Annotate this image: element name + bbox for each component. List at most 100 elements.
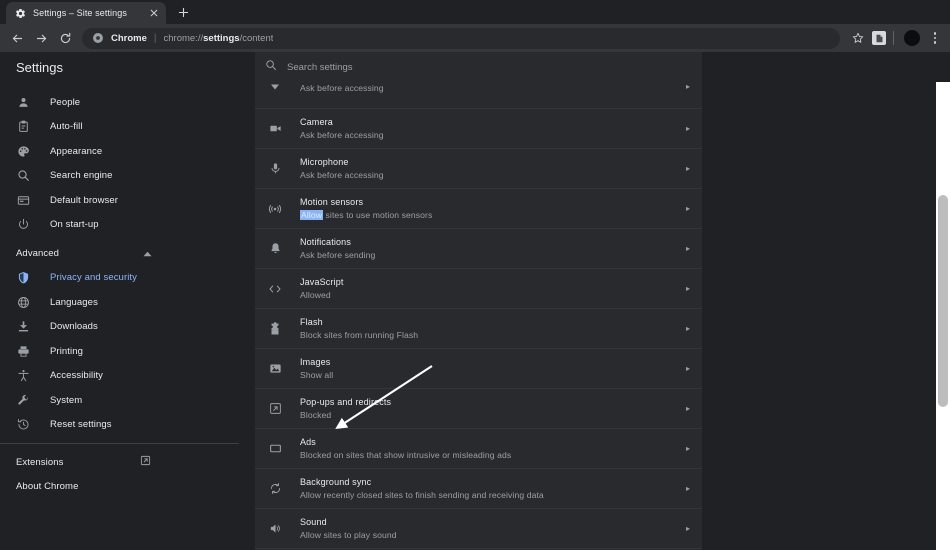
list-item[interactable]: Ads Blocked on sites that show intrusive… [255,429,702,469]
list-item[interactable]: Microphone Ask before accessing ▸ [255,149,702,189]
sidebar-item-label: Appearance [50,145,103,157]
chevron-right-icon[interactable]: ▸ [680,164,690,173]
list-item-subtitle: Allow sites to use motion sensors [300,209,680,222]
chevron-right-icon[interactable]: ▸ [680,484,690,493]
sidebar-item-label: Search engine [50,170,113,182]
sidebar-item-privacy-and-security[interactable]: Privacy and security [0,266,255,291]
list-item-text: Microphone Ask before accessing [285,156,680,182]
list-item-text: Images Show all [285,356,680,382]
person-icon [16,95,30,109]
list-item[interactable]: Notifications Ask before sending ▸ [255,229,702,269]
sidebar-item-label: System [50,394,83,406]
list-item-text: Flash Block sites from running Flash [285,316,680,342]
chevron-right-icon[interactable]: ▸ [680,244,690,253]
list-item-subtitle: Blocked [300,409,332,420]
avatar[interactable] [901,27,923,49]
list-item[interactable]: Camera Ask before accessing ▸ [255,109,702,149]
list-item-title: Flash [300,316,323,327]
list-item-subtitle: Ask before accessing [300,129,384,140]
list-item[interactable]: Sound Allow sites to play sound ▸ [255,509,702,549]
sidebar-item-system[interactable]: System [0,388,255,413]
page-scrollbar[interactable] [936,82,950,550]
list-item-title: Camera [300,116,333,127]
chevron-right-icon[interactable]: ▸ [680,404,690,413]
chevron-right-icon[interactable]: ▸ [680,284,690,293]
rectangle-icon [265,442,285,455]
sidebar-item-languages[interactable]: Languages [0,290,255,315]
chevron-right-icon[interactable]: ▸ [680,444,690,453]
list-item-title: Pop-ups and redirects [300,396,392,407]
location-pin-icon [265,82,285,95]
url-suffix: /content [239,32,274,44]
popup-window-icon [265,402,285,415]
arrow-right-icon[interactable] [30,27,52,49]
history-restore-icon [16,418,30,432]
clipboard-icon [16,120,30,134]
microphone-icon [265,162,285,175]
chevron-up-icon [143,244,152,262]
sidebar-item-search-engine[interactable]: Search engine [0,164,255,189]
scrollbar-thumb[interactable] [938,195,948,407]
accessibility-icon [16,369,30,383]
sidebar-item-extensions[interactable]: Extensions [0,450,255,475]
list-item-text: Ask before accessing [285,82,680,95]
list-item[interactable]: Background sync Allow recently closed si… [255,469,702,509]
sidebar-item-label: Printing [50,345,84,357]
browser-tab[interactable]: Settings – Site settings [6,2,166,24]
chevron-right-icon[interactable]: ▸ [680,324,690,333]
sidebar-item-downloads[interactable]: Downloads [0,315,255,340]
sidebar-item-appearance[interactable]: Appearance [0,139,255,164]
chevron-right-icon[interactable]: ▸ [680,82,690,91]
sidebar-item-label: Reset settings [50,419,112,431]
sidebar-item-on-start-up[interactable]: On start-up [0,213,255,238]
arrow-left-icon[interactable] [6,27,28,49]
list-item-text: JavaScript Allowed [285,276,680,302]
sidebar-item-label: About Chrome [16,481,79,493]
sidebar-item-reset-settings[interactable]: Reset settings [0,413,255,438]
sidebar-item-printing[interactable]: Printing [0,339,255,364]
right-gutter [702,82,950,550]
sidebar-item-label: On start-up [50,219,99,231]
list-item-text: Camera Ask before accessing [285,116,680,142]
wrench-icon [16,393,30,407]
sidebar-item-label: Downloads [50,321,98,333]
sidebar-item-about-chrome[interactable]: About Chrome [0,475,255,500]
list-item[interactable]: Pop-ups and redirects Blocked ▸ [255,389,702,429]
list-item[interactable]: JavaScript Allowed ▸ [255,269,702,309]
list-item[interactable]: Images Show all ▸ [255,349,702,389]
new-tab-button[interactable] [172,1,194,23]
search-input[interactable]: Search settings [255,52,702,82]
search-placeholder: Search settings [287,61,353,73]
address-bar[interactable]: Chrome | chrome://settings/content [82,27,840,49]
chevron-right-icon[interactable]: ▸ [680,524,690,533]
list-item-subtitle: Allowed [300,289,331,300]
list-item-text: Ads Blocked on sites that show intrusive… [285,436,680,462]
list-item[interactable]: Ask before accessing ▸ [255,82,702,109]
extension-icon[interactable] [872,31,886,45]
settings-page: Settings Search settings People Auto-fil… [0,52,950,550]
tab-title: Settings – Site settings [33,8,127,18]
chevron-right-icon[interactable]: ▸ [680,204,690,213]
sidebar-item-accessibility[interactable]: Accessibility [0,364,255,389]
sidebar-item-auto-fill[interactable]: Auto-fill [0,115,255,140]
chevron-right-icon[interactable]: ▸ [680,364,690,373]
sidebar-item-label: Auto-fill [50,121,83,133]
star-icon[interactable] [847,27,869,49]
kebab-menu-icon[interactable] [926,29,944,47]
browser-toolbar: Chrome | chrome://settings/content [0,24,950,52]
list-item[interactable]: Flash Block sites from running Flash ▸ [255,309,702,349]
omnibox-separator: | [153,32,157,44]
chevron-right-icon[interactable]: ▸ [680,124,690,133]
close-icon[interactable] [147,7,160,20]
list-item[interactable]: Motion sensors Allow sites to use motion… [255,189,702,229]
toolbar-actions [847,27,944,49]
sidebar-section-advanced[interactable]: Advanced [0,241,255,266]
tab-strip: Settings – Site settings [0,0,950,24]
sidebar-item-label: Extensions [16,456,64,468]
reload-icon[interactable] [54,27,76,49]
image-icon [265,362,285,375]
browser-window: Settings – Site settings Chrome | chrome… [0,0,950,550]
sidebar-item-people[interactable]: People [0,90,255,115]
bell-icon [265,242,285,255]
sidebar-item-default-browser[interactable]: Default browser [0,188,255,213]
